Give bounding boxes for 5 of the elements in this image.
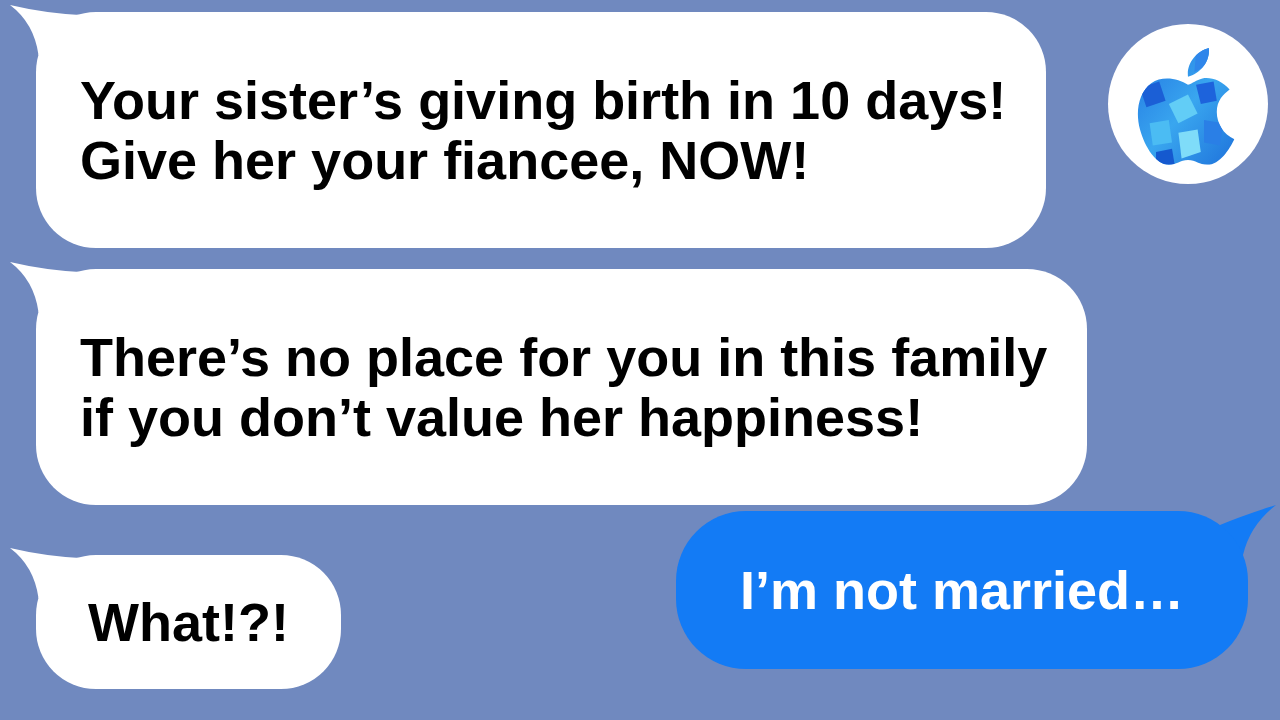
message-text: Your sister’s giving birth in 10 days! Give her your fiancee, NOW! [80, 70, 1007, 190]
message-text: There’s no place for you in this family if you don’t value her happiness! [80, 327, 1048, 447]
apple-avatar-icon [1108, 24, 1268, 184]
message-text: What!?! [88, 592, 289, 652]
message-text: I’m not married… [739, 560, 1184, 620]
